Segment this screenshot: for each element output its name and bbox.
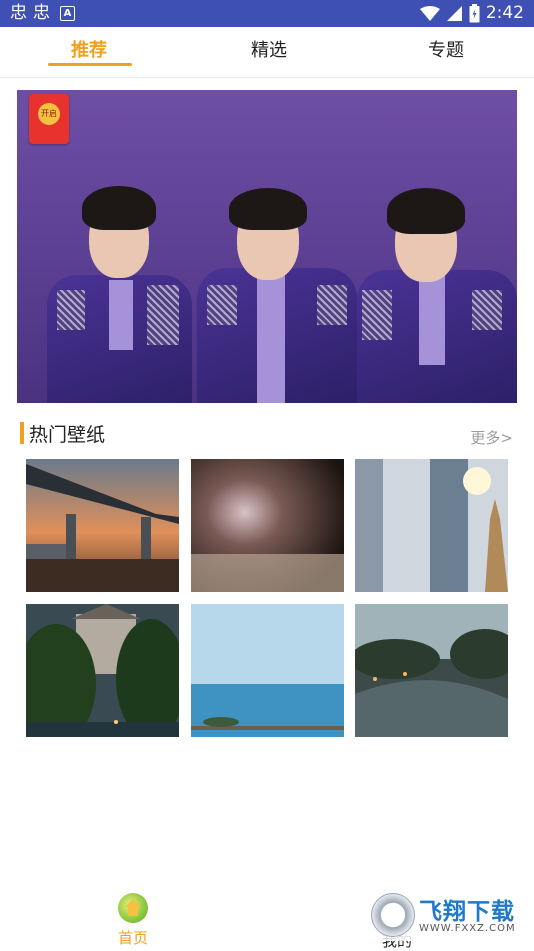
wallpaper-thumb-bridge[interactable] [26,459,179,592]
watermark-logo: 飞翔下载 WWW.FXXZ.COM [367,889,523,941]
wifi-icon [419,5,440,21]
status-time: 2:42 [485,3,524,23]
top-tabs: 推荐 精选 专题 [0,27,534,78]
nav-home[interactable]: 首页 [100,893,166,948]
status-bar: 忠 忠 A 2:42 [0,0,534,27]
tab-indicator [48,63,132,66]
wallpaper-thumb-castle[interactable] [26,604,179,737]
section-accent-bar [20,422,24,444]
banner-image[interactable]: 开启 [17,90,517,403]
nav-home-label: 首页 [117,929,148,947]
watermark-title: 飞翔下载 [419,899,515,925]
section-title: 热门壁纸 [29,424,106,446]
more-link[interactable]: 更多> [470,427,513,448]
watermark-emblem-icon [371,893,415,937]
wallpaper-thumb-skyscrapers[interactable] [355,459,508,592]
red-packet-label: 开启 [38,103,60,125]
tab-topics[interactable]: 专题 [386,36,506,62]
wallpaper-thumb-canal[interactable] [355,604,508,737]
watermark-url: WWW.FXXZ.COM [419,923,516,934]
home-icon [118,893,148,923]
notification-icon: A [60,6,75,21]
tab-featured[interactable]: 精选 [209,36,329,62]
status-glyph-1: 忠 [10,3,27,23]
wallpaper-thumb-blur[interactable] [191,459,344,592]
tab-recommend[interactable]: 推荐 [29,36,149,62]
red-packet-icon[interactable]: 开启 [29,94,69,144]
battery-icon [469,4,480,23]
status-glyph-2: 忠 [33,3,50,23]
wallpaper-thumb-sea[interactable] [191,604,344,737]
signal-icon [446,6,462,21]
